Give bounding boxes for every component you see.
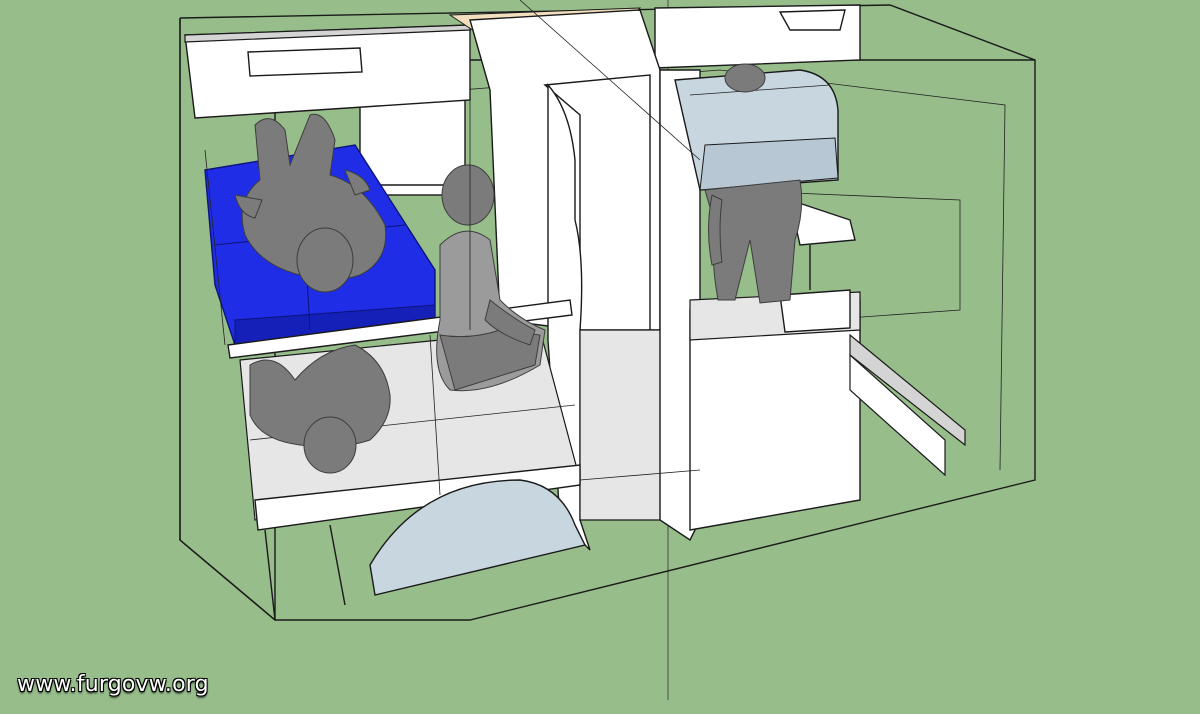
watermark-text: www.furgovw.org xyxy=(17,672,209,697)
van-interior-3d-model xyxy=(179,0,1036,700)
campervan-layout-diagram: www.furgovw.org xyxy=(0,0,1200,714)
